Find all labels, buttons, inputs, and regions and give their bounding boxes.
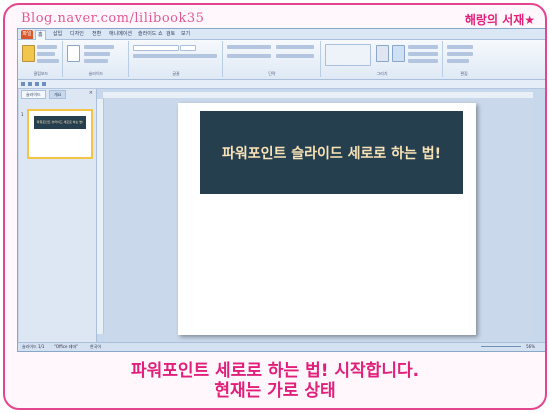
group-label-clipboard: 클립보드: [33, 71, 49, 76]
slide-canvas[interactable]: 파워포인트 슬라이드 세로로 하는 법!: [178, 103, 476, 335]
vertical-ruler: [97, 99, 104, 334]
slides-panel: 슬라이드 개요 × 1 파워포인트 슬라이드 세로로 하는 법!: [19, 89, 97, 342]
ribbon: 클립보드 슬라이드 글꼴 단락 그리기 편집: [18, 40, 545, 80]
status-zoom[interactable]: 56%: [526, 344, 535, 349]
quick-styles-icon[interactable]: [392, 45, 405, 62]
layout-button[interactable]: [84, 45, 114, 49]
group-clipboard: 클립보드: [20, 41, 63, 77]
status-language: 한국어: [90, 344, 102, 349]
group-editing: 편집: [444, 41, 484, 77]
group-label-font: 글꼴: [172, 71, 180, 76]
slide-thumbnail[interactable]: 파워포인트 슬라이드 세로로 하는 법!: [27, 109, 93, 159]
tab-review[interactable]: 검토: [164, 30, 177, 39]
section-button[interactable]: [84, 59, 108, 63]
reset-button[interactable]: [84, 52, 110, 56]
tab-view[interactable]: 보기: [179, 30, 192, 39]
caption-line-1: 파워포인트 세로로 하는 법! 시작합니다.: [130, 361, 420, 381]
file-tab[interactable]: 파일: [21, 30, 33, 39]
tab-slideshow[interactable]: 슬라이드 쇼: [136, 30, 165, 39]
slide-thumbnail-row[interactable]: 1 파워포인트 슬라이드 세로로 하는 법!: [19, 98, 96, 164]
caption: 파워포인트 세로로 하는 법! 시작합니다. 현재는 가로 상태: [5, 361, 545, 401]
text-direction-button[interactable]: [276, 45, 314, 49]
group-slides: 슬라이드: [64, 41, 129, 77]
group-label-editing: 편집: [460, 71, 468, 76]
group-paragraph: 단락: [224, 41, 321, 77]
group-drawing: 그리기: [322, 41, 443, 77]
font-size-select[interactable]: [180, 45, 196, 51]
list-buttons[interactable]: [227, 45, 271, 49]
select-button[interactable]: [447, 59, 469, 63]
blog-frame: Blog.naver.com/lilibook35 해랑의 서재★ 파일 홈 삽…: [3, 3, 547, 410]
font-format-buttons[interactable]: [133, 54, 217, 58]
replace-button[interactable]: [447, 52, 473, 56]
powerpoint-window: 파일 홈 삽입 디자인 전환 애니메이션 슬라이드 쇼 검토 보기 클립보드 슬…: [17, 28, 545, 352]
blog-url: Blog.naver.com/lilibook35: [21, 11, 205, 26]
status-theme: "Office 테마": [54, 344, 78, 349]
close-icon[interactable]: ×: [89, 90, 93, 96]
slide-editing-area[interactable]: 파워포인트 슬라이드 세로로 하는 법!: [104, 98, 534, 342]
tab-home[interactable]: 홈: [35, 30, 46, 40]
tab-insert[interactable]: 삽입: [51, 30, 64, 39]
find-button[interactable]: [447, 45, 473, 49]
save-icon[interactable]: [21, 82, 25, 86]
zoom-slider[interactable]: [481, 346, 521, 347]
shape-effects-button[interactable]: [408, 59, 438, 63]
font-name-select[interactable]: [133, 45, 179, 51]
shape-fill-button[interactable]: [408, 45, 438, 49]
align-buttons[interactable]: [227, 54, 271, 58]
shapes-gallery[interactable]: [325, 44, 371, 66]
copy-button[interactable]: [37, 52, 55, 56]
ribbon-tabs: 파일 홈 삽입 디자인 전환 애니메이션 슬라이드 쇼 검토 보기: [18, 29, 545, 40]
thumbnail-title: 파워포인트 슬라이드 세로로 하는 법!: [34, 116, 86, 129]
quick-access-toolbar: [18, 80, 545, 89]
paste-icon[interactable]: [22, 45, 35, 62]
smartart-button[interactable]: [276, 54, 314, 58]
slide-title-box[interactable]: 파워포인트 슬라이드 세로로 하는 법!: [200, 111, 463, 194]
group-label-slides: 슬라이드: [88, 71, 104, 76]
slide-number: 1: [21, 112, 24, 117]
group-label-drawing: 그리기: [376, 71, 388, 76]
shape-outline-button[interactable]: [408, 52, 438, 56]
tab-animations[interactable]: 애니메이션: [107, 30, 134, 39]
format-painter-button[interactable]: [37, 59, 59, 63]
group-label-paragraph: 단락: [268, 71, 276, 76]
status-slide-info: 슬라이드 1/1: [22, 344, 45, 349]
caption-line-2: 현재는 가로 상태: [214, 381, 336, 401]
group-font: 글꼴: [130, 41, 223, 77]
customize-icon[interactable]: [42, 82, 46, 86]
redo-icon[interactable]: [35, 82, 39, 86]
tab-transitions[interactable]: 전환: [90, 30, 103, 39]
new-slide-icon[interactable]: [67, 45, 80, 62]
undo-icon[interactable]: [28, 82, 32, 86]
tab-design[interactable]: 디자인: [68, 30, 86, 39]
arrange-icon[interactable]: [376, 45, 389, 62]
cut-button[interactable]: [37, 45, 57, 49]
blog-name: 해랑의 서재★: [464, 13, 535, 27]
status-bar: 슬라이드 1/1 "Office 테마" 한국어 56%: [18, 342, 545, 351]
